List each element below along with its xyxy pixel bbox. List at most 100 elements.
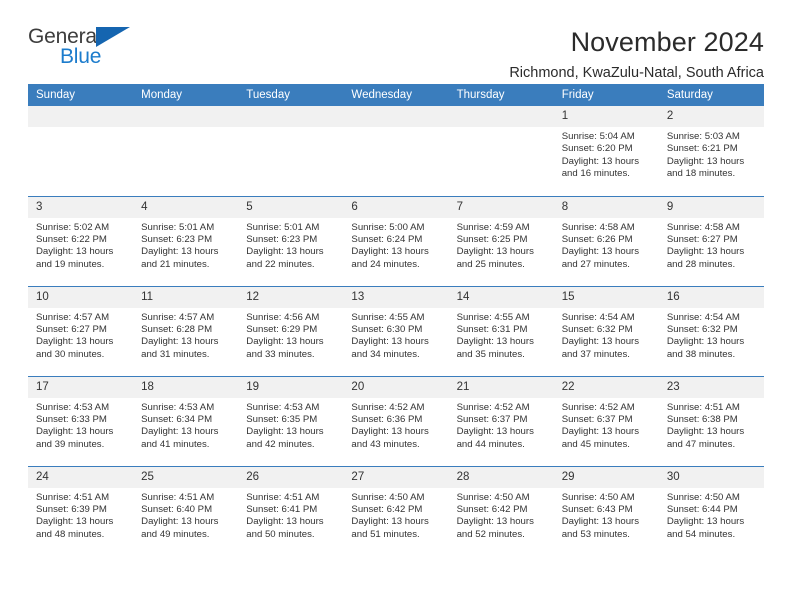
day-details: Sunrise: 4:54 AM Sunset: 6:32 PM Dayligh… [561,311,640,360]
day-number: 28 [448,466,554,488]
day-cell[interactable]: 5 Sunrise: 5:01 AM Sunset: 6:23 PM Dayli… [238,195,344,286]
day-details: Sunrise: 4:53 AM Sunset: 6:33 PM Dayligh… [36,401,114,450]
day-number [448,106,554,127]
weekday-header-thursday: Thursday [448,84,554,106]
day-number: 3 [28,196,134,218]
day-cell[interactable]: 24 Sunrise: 4:51 AM Sunset: 6:39 PM Dayl… [28,465,134,556]
day-details: Sunrise: 4:50 AM Sunset: 6:42 PM Dayligh… [351,491,429,540]
day-cell[interactable]: 23 Sunrise: 4:51 AM Sunset: 6:38 PM Dayl… [658,375,764,466]
day-number: 23 [658,376,764,398]
day-cell[interactable]: 15 Sunrise: 4:54 AM Sunset: 6:32 PM Dayl… [553,285,659,376]
day-cell[interactable]: 21 Sunrise: 4:52 AM Sunset: 6:37 PM Dayl… [448,375,554,466]
day-details: Sunrise: 4:51 AM Sunset: 6:40 PM Dayligh… [141,491,219,540]
day-details: Sunrise: 4:56 AM Sunset: 6:29 PM Dayligh… [246,311,324,360]
day-cell[interactable]: 20 Sunrise: 4:52 AM Sunset: 6:36 PM Dayl… [343,375,449,466]
day-cell[interactable]: 3 Sunrise: 5:02 AM Sunset: 6:22 PM Dayli… [28,195,134,286]
day-number [133,106,239,127]
day-number: 20 [343,376,449,398]
day-details: Sunrise: 4:50 AM Sunset: 6:43 PM Dayligh… [561,491,640,540]
day-cell[interactable]: 16 Sunrise: 4:54 AM Sunset: 6:32 PM Dayl… [658,285,764,376]
day-details: Sunrise: 4:52 AM Sunset: 6:37 PM Dayligh… [561,401,640,450]
day-details: Sunrise: 4:58 AM Sunset: 6:26 PM Dayligh… [561,221,640,270]
day-details: Sunrise: 4:55 AM Sunset: 6:30 PM Dayligh… [351,311,429,360]
page-subtitle: Richmond, KwaZulu-Natal, South Africa [509,65,764,81]
day-number [238,106,344,127]
day-cell[interactable]: 28 Sunrise: 4:50 AM Sunset: 6:42 PM Dayl… [448,465,554,556]
weekday-header-saturday: Saturday [658,84,764,106]
day-number: 6 [343,196,449,218]
day-details: Sunrise: 4:50 AM Sunset: 6:42 PM Dayligh… [456,491,534,540]
day-cell[interactable]: 10 Sunrise: 4:57 AM Sunset: 6:27 PM Dayl… [28,285,134,376]
day-cell[interactable] [238,106,344,196]
day-cell[interactable] [28,106,134,196]
week-row: 10 Sunrise: 4:57 AM Sunset: 6:27 PM Dayl… [28,285,764,376]
day-number: 18 [133,376,239,398]
weekday-header-friday: Friday [553,84,659,106]
day-cell[interactable]: 22 Sunrise: 4:52 AM Sunset: 6:37 PM Dayl… [553,375,659,466]
day-number: 22 [553,376,659,398]
day-cell[interactable]: 25 Sunrise: 4:51 AM Sunset: 6:40 PM Dayl… [133,465,239,556]
day-cell[interactable] [133,106,239,196]
day-details: Sunrise: 4:50 AM Sunset: 6:44 PM Dayligh… [666,491,745,540]
day-cell[interactable]: 29 Sunrise: 4:50 AM Sunset: 6:43 PM Dayl… [553,465,659,556]
calendar-page: General Blue November 2024 Richmond, Kwa… [0,0,792,612]
day-details: Sunrise: 5:03 AM Sunset: 6:21 PM Dayligh… [666,131,745,180]
day-cell[interactable]: 9 Sunrise: 4:58 AM Sunset: 6:27 PM Dayli… [658,195,764,286]
day-number: 11 [133,286,239,308]
day-cell[interactable]: 11 Sunrise: 4:57 AM Sunset: 6:28 PM Dayl… [133,285,239,376]
day-number: 9 [658,196,764,218]
day-cell[interactable]: 19 Sunrise: 4:53 AM Sunset: 6:35 PM Dayl… [238,375,344,466]
page-title: November 2024 [570,27,764,57]
week-row: 3 Sunrise: 5:02 AM Sunset: 6:22 PM Dayli… [28,195,764,286]
day-cell[interactable]: 4 Sunrise: 5:01 AM Sunset: 6:23 PM Dayli… [133,195,239,286]
day-cell[interactable] [343,106,449,196]
day-cell[interactable]: 6 Sunrise: 5:00 AM Sunset: 6:24 PM Dayli… [343,195,449,286]
day-number: 14 [448,286,554,308]
day-details: Sunrise: 4:57 AM Sunset: 6:27 PM Dayligh… [36,311,114,360]
week-row: 1 Sunrise: 5:04 AM Sunset: 6:20 PM Dayli… [28,106,764,196]
day-details: Sunrise: 4:53 AM Sunset: 6:34 PM Dayligh… [141,401,219,450]
day-cell[interactable]: 7 Sunrise: 4:59 AM Sunset: 6:25 PM Dayli… [448,195,554,286]
day-number: 26 [238,466,344,488]
day-number: 12 [238,286,344,308]
day-details: Sunrise: 5:01 AM Sunset: 6:23 PM Dayligh… [246,221,324,270]
day-details: Sunrise: 5:04 AM Sunset: 6:20 PM Dayligh… [561,131,640,180]
day-cell[interactable]: 30 Sunrise: 4:50 AM Sunset: 6:44 PM Dayl… [658,465,764,556]
day-number: 24 [28,466,134,488]
weekday-header-monday: Monday [133,84,239,106]
day-cell[interactable]: 18 Sunrise: 4:53 AM Sunset: 6:34 PM Dayl… [133,375,239,466]
day-number: 1 [553,106,659,127]
weekday-header-tuesday: Tuesday [238,84,344,106]
day-number: 5 [238,196,344,218]
day-number: 2 [658,106,764,127]
weekday-header-sunday: Sunday [28,84,134,106]
day-cell[interactable]: 2 Sunrise: 5:03 AM Sunset: 6:21 PM Dayli… [658,106,764,196]
day-number: 25 [133,466,239,488]
day-cell[interactable]: 13 Sunrise: 4:55 AM Sunset: 6:30 PM Dayl… [343,285,449,376]
day-details: Sunrise: 5:01 AM Sunset: 6:23 PM Dayligh… [141,221,219,270]
day-cell[interactable]: 14 Sunrise: 4:55 AM Sunset: 6:31 PM Dayl… [448,285,554,376]
title-block: November 2024 Richmond, KwaZulu-Natal, S… [509,26,764,83]
day-details: Sunrise: 5:02 AM Sunset: 6:22 PM Dayligh… [36,221,114,270]
day-cell[interactable] [448,106,554,196]
day-number: 30 [658,466,764,488]
logo-secondary-text: Blue [60,45,102,68]
day-details: Sunrise: 4:59 AM Sunset: 6:25 PM Dayligh… [456,221,534,270]
day-details: Sunrise: 4:54 AM Sunset: 6:32 PM Dayligh… [666,311,745,360]
day-cell[interactable]: 1 Sunrise: 5:04 AM Sunset: 6:20 PM Dayli… [553,106,659,196]
day-number: 29 [553,466,659,488]
day-cell[interactable]: 17 Sunrise: 4:53 AM Sunset: 6:33 PM Dayl… [28,375,134,466]
page-header: General Blue November 2024 Richmond, Kwa… [28,0,764,82]
day-details: Sunrise: 4:51 AM Sunset: 6:41 PM Dayligh… [246,491,324,540]
day-cell[interactable]: 12 Sunrise: 4:56 AM Sunset: 6:29 PM Dayl… [238,285,344,376]
day-details: Sunrise: 4:57 AM Sunset: 6:28 PM Dayligh… [141,311,219,360]
day-number: 7 [448,196,554,218]
day-cell[interactable]: 8 Sunrise: 4:58 AM Sunset: 6:26 PM Dayli… [553,195,659,286]
day-cell[interactable]: 26 Sunrise: 4:51 AM Sunset: 6:41 PM Dayl… [238,465,344,556]
day-number: 10 [28,286,134,308]
day-details: Sunrise: 5:00 AM Sunset: 6:24 PM Dayligh… [351,221,429,270]
day-number: 8 [553,196,659,218]
calendar-table: Sunday Monday Tuesday Wednesday Thursday… [28,84,764,556]
calendar-body: 1 Sunrise: 5:04 AM Sunset: 6:20 PM Dayli… [28,106,764,556]
day-cell[interactable]: 27 Sunrise: 4:50 AM Sunset: 6:42 PM Dayl… [343,465,449,556]
